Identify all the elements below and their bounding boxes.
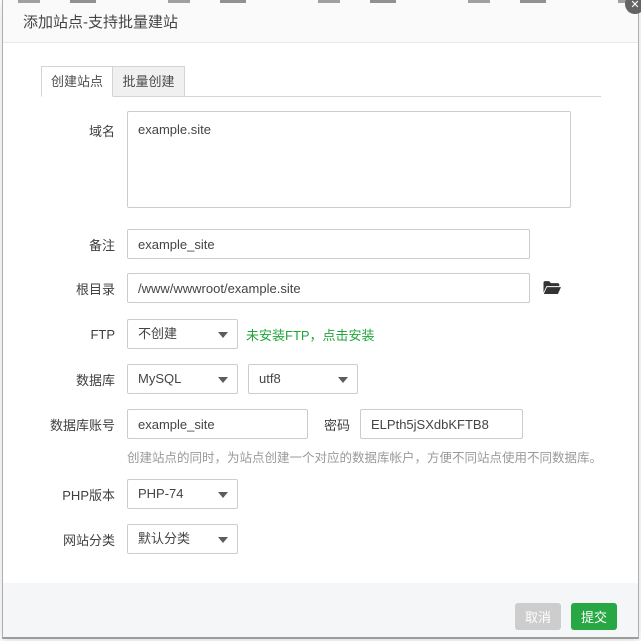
db-charset-select[interactable]: utf8 bbox=[248, 364, 358, 394]
tab-batch-create[interactable]: 批量创建 bbox=[113, 66, 185, 97]
folder-open-icon bbox=[543, 281, 561, 294]
remark-input[interactable] bbox=[127, 229, 530, 259]
db-account-input[interactable] bbox=[127, 409, 308, 439]
db-account-label: 数据库账号 bbox=[49, 417, 115, 433]
chevron-down-icon bbox=[218, 492, 228, 498]
php-version-select-value: PHP-74 bbox=[138, 486, 184, 501]
submit-button[interactable]: 提交 bbox=[570, 603, 617, 630]
remark-label: 备注 bbox=[88, 237, 115, 253]
db-type-select[interactable]: MySQL bbox=[127, 364, 238, 394]
dialog-header: 添加站点-支持批量建站 bbox=[3, 0, 638, 43]
close-icon: ✕ bbox=[630, 0, 640, 11]
ftp-label: FTP bbox=[90, 326, 115, 342]
db-account-row: 数据库账号 密码 bbox=[3, 409, 638, 439]
root-dir-row: 根目录 bbox=[3, 273, 638, 303]
php-version-label: PHP版本 bbox=[62, 487, 115, 503]
add-site-dialog: ✕ 添加站点-支持批量建站 创建站点 批量创建 域名 example.site … bbox=[2, 0, 641, 639]
ftp-install-link[interactable]: 未安装FTP，点击安装 bbox=[246, 325, 375, 344]
php-version-row: PHP版本 PHP-74 bbox=[3, 479, 638, 509]
domain-row: 域名 example.site bbox=[3, 111, 638, 208]
chevron-down-icon bbox=[218, 377, 228, 383]
db-type-select-value: MySQL bbox=[138, 371, 182, 386]
domain-textarea[interactable]: example.site bbox=[127, 111, 571, 208]
chevron-down-icon bbox=[218, 537, 228, 543]
ftp-select-value: 不创建 bbox=[138, 326, 178, 341]
chevron-down-icon bbox=[218, 332, 228, 338]
dialog-footer: 取消 提交 bbox=[3, 583, 638, 637]
root-dir-browse-button[interactable] bbox=[543, 280, 561, 296]
site-category-label: 网站分类 bbox=[62, 532, 115, 548]
chevron-down-icon bbox=[338, 377, 348, 383]
site-category-select[interactable]: 默认分类 bbox=[127, 524, 238, 554]
tab-create-site[interactable]: 创建站点 bbox=[41, 66, 113, 97]
ftp-row: FTP 不创建 未安装FTP，点击安装 bbox=[3, 319, 638, 349]
root-dir-input[interactable] bbox=[127, 273, 530, 303]
db-password-label: 密码 bbox=[324, 417, 351, 433]
site-category-row: 网站分类 默认分类 bbox=[3, 524, 638, 554]
remark-row: 备注 bbox=[3, 229, 638, 259]
page-behind-artifacts bbox=[0, 0, 641, 3]
db-account-note: 创建站点的同时，为站点创建一个对应的数据库帐户，方便不同站点使用不同数据库。 bbox=[127, 451, 603, 465]
site-category-select-value: 默认分类 bbox=[138, 531, 191, 546]
ftp-select[interactable]: 不创建 bbox=[127, 319, 238, 349]
database-label: 数据库 bbox=[75, 372, 115, 388]
db-password-input[interactable] bbox=[360, 409, 524, 439]
tab-bar: 创建站点 批量创建 bbox=[41, 66, 601, 97]
domain-label: 域名 bbox=[88, 124, 115, 139]
database-row: 数据库 MySQL utf8 bbox=[3, 364, 638, 394]
php-version-select[interactable]: PHP-74 bbox=[127, 479, 238, 509]
dialog-title: 添加站点-支持批量建站 bbox=[23, 13, 178, 31]
root-dir-label: 根目录 bbox=[75, 281, 115, 297]
cancel-button[interactable]: 取消 bbox=[514, 603, 561, 630]
db-charset-select-value: utf8 bbox=[259, 371, 281, 386]
